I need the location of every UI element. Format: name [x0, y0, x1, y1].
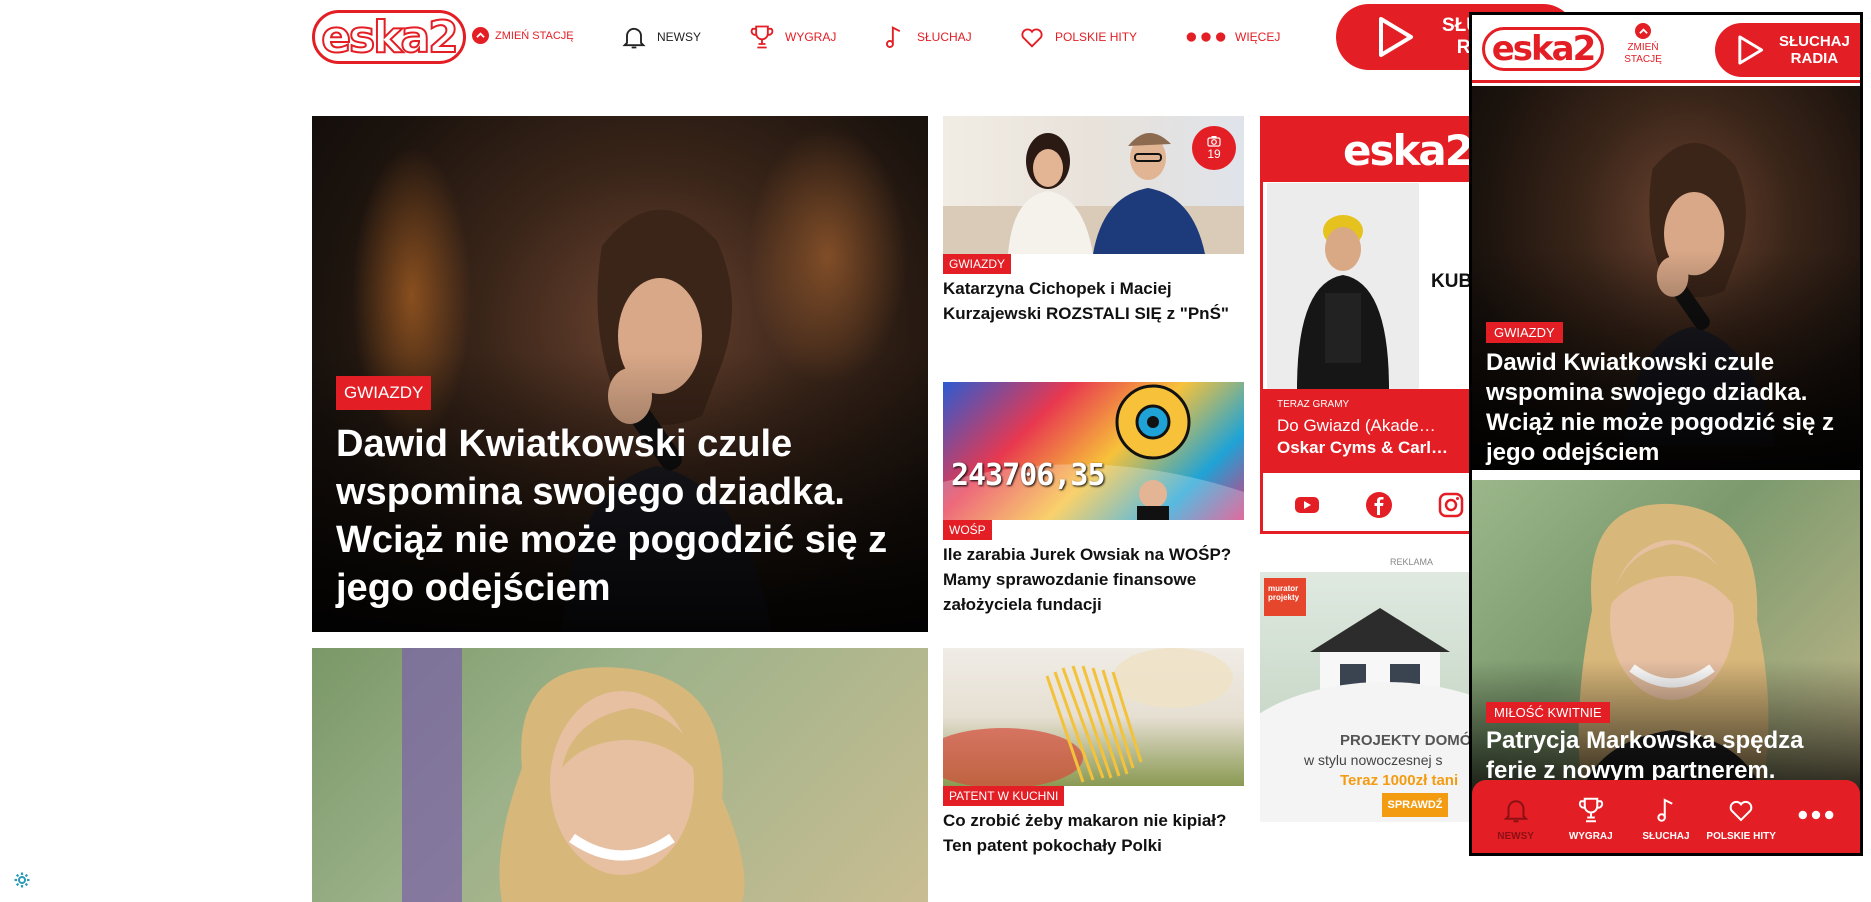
article-title[interactable]: Katarzyna Cichopek i Maciej Kurzajewski …: [943, 276, 1243, 326]
nav-polskie-hity[interactable]: POLSKIE HITY: [1018, 22, 1137, 52]
article-tag[interactable]: WOŚP: [943, 520, 992, 540]
nav-wiecej[interactable]: WIĘCEJ: [1186, 22, 1280, 52]
music-note-icon: [1657, 797, 1673, 822]
mobile-tab-polskie-hity[interactable]: POLSKIE HITY: [1706, 795, 1776, 842]
mobile-tab-label: NEWSY: [1497, 830, 1534, 842]
host-name: KUB: [1431, 271, 1473, 292]
mobile-change-station[interactable]: ZMIEŃ STACJĘ: [1620, 23, 1666, 66]
mobile-tab-newsy[interactable]: NEWSY: [1481, 795, 1551, 842]
article-photo: [943, 384, 1244, 520]
wosp-counter: 243706,35: [951, 458, 1106, 493]
article-title[interactable]: Ile zarabia Jurek Owsiak na WOŚP? Mamy s…: [943, 542, 1243, 617]
facebook-icon[interactable]: [1365, 491, 1393, 519]
chevron-up-icon: [1635, 23, 1651, 39]
article-image[interactable]: 243706,35: [943, 382, 1244, 520]
mobile-listen-button[interactable]: SŁUCHAJ RADIA: [1715, 23, 1860, 77]
mobile-tab-label: POLSKIE HITY: [1706, 830, 1776, 842]
ad-label: REKLAMA: [1390, 557, 1434, 567]
photo-count-badge: 19: [1192, 126, 1236, 170]
logo-text: eska2: [320, 11, 460, 64]
mobile-listen-label: SŁUCHAJ RADIA: [1779, 33, 1850, 67]
nav-label: WYGRAJ: [785, 30, 837, 44]
heart-icon: [1021, 28, 1043, 48]
nav-label: POLSKIE HITY: [1055, 30, 1138, 44]
change-station-button[interactable]: ZMIEŃ STACJĘ: [472, 27, 574, 44]
nav-wygraj[interactable]: WYGRAJ: [748, 22, 836, 52]
youtube-icon[interactable]: [1293, 491, 1321, 519]
camera-icon: [1207, 136, 1221, 147]
mobile-tab-label: SŁUCHAJ: [1642, 830, 1690, 842]
play-icon: [1738, 35, 1764, 65]
hero-title[interactable]: Dawid Kwiatkowski czule wspomina swojego…: [336, 420, 916, 612]
ad-brand: murator projekty: [1264, 578, 1306, 616]
gear-icon[interactable]: [14, 872, 30, 888]
mobile-tab-sluchaj[interactable]: SŁUCHAJ: [1631, 795, 1701, 842]
trophy-icon: [1578, 797, 1603, 822]
photo-count: 19: [1207, 147, 1221, 161]
mobile-article-tag[interactable]: MIŁOŚĆ KWITNIE: [1486, 702, 1610, 723]
ad-cta-button[interactable]: SPRAWDŹ: [1382, 793, 1448, 817]
chevron-up-icon: [472, 27, 489, 44]
radio-widget-header: eska2: [1263, 119, 1497, 182]
bell-icon: [1503, 799, 1529, 822]
radio-player-widget[interactable]: eska2 KUB TERAZ GRAMY Do Gwiazd (Akade… …: [1260, 116, 1500, 534]
now-playing-artist: Oskar Cyms & Carl…: [1277, 438, 1449, 457]
now-playing-title: Do Gwiazd (Akade…: [1277, 416, 1436, 435]
change-station-label: ZMIEŃ STACJĘ: [495, 29, 574, 42]
mobile-hero-article[interactable]: GWIAZDY Dawid Kwiatkowski czule wspomina…: [1472, 86, 1860, 470]
nav-sluchaj[interactable]: SŁUCHAJ: [880, 22, 972, 52]
now-playing[interactable]: TERAZ GRAMY Do Gwiazd (Akade… Oskar Cyms…: [1263, 389, 1497, 473]
nav-newsy[interactable]: NEWSY: [620, 22, 701, 52]
article-image[interactable]: [312, 648, 928, 902]
mobile-hero-title[interactable]: Dawid Kwiatkowski czule wspomina swojego…: [1486, 348, 1856, 468]
mobile-tab-wygraj[interactable]: WYGRAJ: [1556, 795, 1626, 842]
instagram-icon[interactable]: [1437, 491, 1465, 519]
article-photo: [402, 648, 745, 902]
mobile-hero-tag[interactable]: GWIAZDY: [1486, 322, 1563, 343]
nav-label: WIĘCEJ: [1235, 30, 1281, 44]
bell-icon: [622, 27, 646, 49]
ad-offer: Teraz 1000zł tani: [1340, 772, 1459, 789]
hero-article[interactable]: GWIAZDY Dawid Kwiatkowski czule wspomina…: [312, 116, 928, 632]
now-playing-label: TERAZ GRAMY: [1277, 399, 1350, 410]
music-note-icon: [885, 26, 901, 48]
social-links: [1263, 475, 1497, 531]
mobile-article-card[interactable]: MIŁOŚĆ KWITNIE Patrycja Markowska spędza…: [1472, 480, 1860, 800]
mobile-header: eska2 ZMIEŃ STACJĘ SŁUCHAJ RADIA: [1472, 15, 1860, 83]
mobile-tab-more[interactable]: [1781, 809, 1851, 827]
mobile-preview: eska2 ZMIEŃ STACJĘ SŁUCHAJ RADIA GWIAZDY: [1469, 12, 1863, 856]
article-tag[interactable]: GWIAZDY: [943, 254, 1011, 274]
radio-widget-logo: eska2: [1343, 126, 1474, 175]
dots-icon: [1186, 32, 1226, 42]
ad-subline: w stylu nowoczesnej s: [1304, 752, 1443, 768]
hero-tag[interactable]: GWIAZDY: [336, 376, 432, 410]
mobile-logo[interactable]: eska2: [1482, 27, 1604, 71]
play-icon: [1379, 17, 1413, 57]
article-title[interactable]: Co zrobić żeby makaron nie kipiał? Ten p…: [943, 808, 1243, 858]
mobile-logo-text: eska2: [1491, 29, 1597, 69]
host-photo: [1267, 183, 1419, 389]
mobile-tab-label: WYGRAJ: [1568, 830, 1613, 842]
trophy-icon: [750, 25, 774, 49]
ad-headline: PROJEKTY DOMÓ: [1340, 732, 1472, 749]
article-image[interactable]: 19: [943, 116, 1244, 254]
heart-icon: [1729, 800, 1753, 821]
mobile-bottom-nav: NEWSY WYGRAJ SŁUCHAJ POLSKIE HITY: [1472, 780, 1860, 853]
article-image[interactable]: [943, 648, 1244, 786]
eska2-logo[interactable]: eska2: [312, 10, 466, 64]
article-tag[interactable]: PATENT W KUCHNI: [943, 786, 1065, 806]
dots-icon: [1798, 810, 1834, 820]
article-photo: [943, 648, 1233, 786]
advertisement[interactable]: murator projekty PROJEKTY DOMÓ w stylu n…: [1260, 572, 1500, 822]
nav-label: SŁUCHAJ: [917, 30, 972, 44]
nav-label: NEWSY: [657, 30, 702, 44]
